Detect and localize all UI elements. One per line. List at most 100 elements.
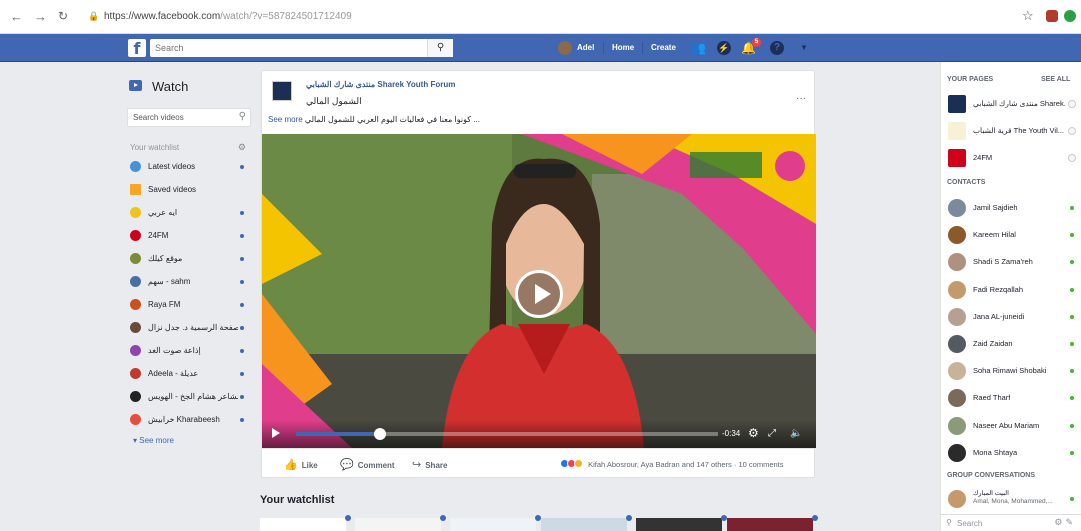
comment-button[interactable]: 💬 Comment [340,458,395,471]
new-indicator-dot [721,515,727,521]
play-control-icon[interactable] [272,428,280,438]
gear-icon[interactable]: ⚙ [748,426,759,440]
contact-item[interactable]: Soha Rimawi Shobaki [941,360,1081,382]
online-dot [1070,260,1074,265]
messenger-icon[interactable]: ⚡ [717,41,731,55]
search-videos-input[interactable]: Search videos ⚲ [127,108,251,127]
watchlist-item[interactable]: 24FM [130,229,250,243]
watchlist-thumbnail[interactable] [355,518,441,531]
contact-item[interactable]: Naseer Abu Mariam [941,415,1081,437]
watchlist-item[interactable]: الشاعر هشام الجخ - الهويس [130,390,250,404]
contact-item[interactable]: Jamil Sajdieh [941,197,1081,219]
page-item[interactable]: منتدى شارك الشبابي Sharek... [941,93,1081,115]
facebook-logo[interactable]: f [128,39,146,58]
avatar [948,389,966,408]
group-avatar [948,490,966,508]
gear-icon[interactable]: ⚙ [238,142,246,153]
watchlist-item[interactable]: سهم - sahm [130,275,250,289]
channel-icon [130,345,141,356]
watchlist-thumbnail[interactable] [636,518,722,531]
bookmark-star-icon[interactable]: ☆ [1022,8,1034,24]
reload-icon[interactable]: ↻ [58,10,68,23]
your-pages-header: YOUR PAGES [947,76,994,83]
contact-item[interactable]: Jana AL-juneidi [941,306,1081,328]
more-options-icon[interactable]: ··· [796,93,806,104]
forward-icon[interactable]: → [34,10,47,23]
contact-item[interactable]: Fadi Rezqallah [941,279,1081,301]
see-more-link[interactable]: ▾ See more [133,436,174,445]
chevron-down-icon[interactable]: ▼ [797,41,811,55]
friend-requests-icon[interactable]: 👥 [691,41,706,55]
watchlist-item-label: موقع كيلك [148,254,183,263]
watchlist-item[interactable]: Raya FM [130,298,250,312]
page-avatar[interactable] [272,81,292,101]
extension-icon[interactable] [1064,10,1076,22]
progress-fill [296,432,381,436]
contact-item[interactable]: Zaid Zaidan [941,333,1081,355]
see-all-link[interactable]: SEE ALL [1041,76,1070,83]
progress-knob[interactable] [374,428,387,440]
home-link[interactable]: Home [612,43,634,52]
profile-link[interactable]: Adel [577,43,594,52]
volume-icon[interactable]: 🔈 [790,428,802,439]
video-progress-bar[interactable] [296,428,718,440]
like-button[interactable]: 👍 Like [284,458,318,471]
chat-options-icon[interactable]: ⚙✎ [1054,517,1076,528]
watchlist-thumbnail[interactable] [727,518,813,531]
watchlist-thumbnail[interactable] [541,518,627,531]
unread-dot [240,303,244,307]
back-icon[interactable]: ← [10,10,23,23]
watchlist-item[interactable]: ايه عربي [130,206,250,220]
contact-name: Jamil Sajdieh [973,203,1018,212]
thumbs-up-icon: 👍 [284,459,298,471]
online-dot [1070,206,1074,210]
watchlist-item[interactable]: Saved videos [130,183,250,197]
watchlist-item[interactable]: Adeela - عديلة [130,367,250,381]
contact-item[interactable]: Mona Shtaya [941,442,1081,464]
avatar [948,443,966,462]
watchlist-item-label: الشاعر هشام الجخ - الهويس [148,392,238,401]
address-bar[interactable]: 🔒 https://www.facebook.com/watch/?v=5878… [82,6,1012,28]
watchlist-item-label: إذاعة صوت الغد [148,346,201,355]
page-item[interactable]: 24FM [941,147,1081,169]
page-badge-icon [1068,100,1076,108]
video-player[interactable]: -0:34 ⚙ ⤢ 🔈 [262,134,816,448]
page-avatar [948,122,966,140]
fullscreen-icon[interactable]: ⤢ [768,428,776,439]
group-conversations-header: GROUP CONVERSATIONS [947,472,1036,479]
play-icon[interactable] [515,270,563,318]
watchlist-item[interactable]: موقع كيلك [130,252,250,266]
top-search-input[interactable] [150,39,453,57]
create-link[interactable]: Create [651,43,676,52]
page-name-link[interactable]: منتدى شارك الشبابي Sharek Youth Forum [306,80,455,89]
online-dot [1070,287,1074,292]
see-more-link[interactable]: See more [268,115,303,124]
right-sidebar: YOUR PAGES SEE ALL منتدى شارك الشبابي Sh… [940,62,1081,531]
contact-item[interactable]: Shadi S Zama'reh [941,251,1081,273]
search-icon[interactable]: ⚲ [427,39,453,57]
contact-item[interactable]: Kareem Hilal [941,224,1081,246]
comment-icon: 💬 [340,459,354,471]
extension-icon[interactable] [1046,10,1058,22]
watchlist-item[interactable]: خرابيش Kharabeesh [130,413,250,427]
help-icon[interactable]: ? [770,41,784,55]
chat-search-input[interactable]: ⚲ Search ⚙✎ [941,514,1081,531]
contact-item[interactable]: Raed Tharf [941,387,1081,409]
watchlist-item[interactable]: صفحة الرسمية د. جدل نزال [130,321,250,335]
watchlist-item[interactable]: إذاعة صوت الغد [130,344,250,358]
watchlist-item[interactable]: Latest videos [130,160,250,174]
page-item[interactable]: قرية الشباب The Youth Vil... [941,120,1081,142]
avatar [948,253,966,272]
online-dot [1070,233,1074,238]
watchlist-item-label: سهم - sahm [148,277,191,286]
reactions-summary[interactable]: Kifah Abosrour, Aya Badran and 147 other… [560,459,784,469]
group-conversation-item[interactable]: البيت المبارك Amal, Mona, Mohammed,... [941,488,1081,510]
unread-dot [240,257,244,261]
watchlist-thumbnail[interactable] [450,518,536,531]
group-title: البيت المبارك [973,490,1009,497]
avatar [948,416,966,435]
avatar[interactable] [558,41,572,55]
share-button[interactable]: ↪ Share [412,458,447,471]
watchlist-item-label: Adeela - عديلة [148,369,199,378]
watchlist-thumbnail[interactable] [260,518,346,531]
